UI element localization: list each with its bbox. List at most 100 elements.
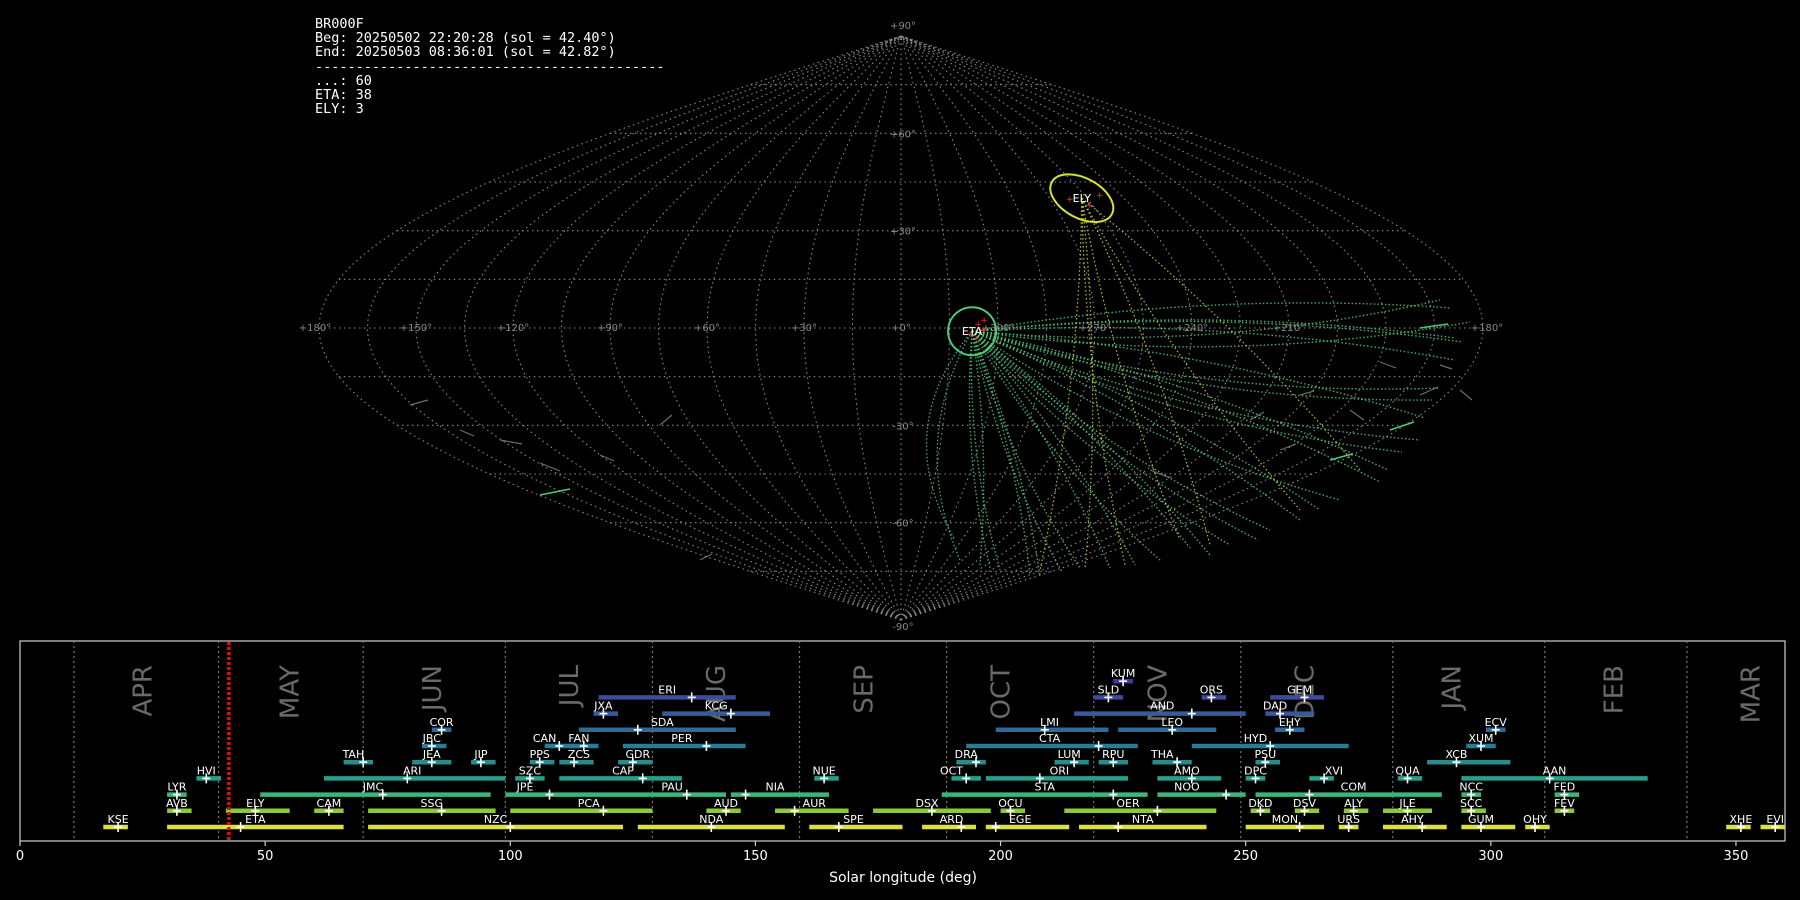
shower-label: SLD	[1098, 683, 1120, 696]
shower-label: NCC	[1459, 781, 1483, 794]
shower-label: NTA	[1132, 813, 1154, 826]
shower-label: CAM	[317, 797, 342, 810]
shower-label: GDR	[625, 748, 650, 761]
meteor-track	[971, 330, 1191, 549]
shower-label: XUM	[1468, 732, 1493, 745]
shower-label: DSX	[916, 797, 939, 810]
shower-label: AMO	[1174, 764, 1200, 777]
x-tick-label: 350	[1724, 849, 1749, 864]
shower-label: DRA	[955, 748, 979, 761]
shower-label: AUD	[714, 797, 738, 810]
shower-label: RPU	[1102, 748, 1124, 761]
month-label: FEB	[1599, 665, 1629, 714]
shower-label: ETA	[245, 813, 266, 826]
latitude-label: +90°	[890, 21, 916, 32]
month-label: SEP	[849, 665, 879, 714]
month-label: AUG	[702, 665, 732, 722]
shower-label: EGE	[1009, 813, 1031, 826]
month-label: NOV	[1143, 665, 1173, 722]
sky-grid-labels: +180° +150° +120° +90° +60° +30° +0° +300° +270°…	[299, 21, 1503, 633]
shower-label: ELY	[246, 797, 265, 810]
shower-label: ECV	[1485, 716, 1508, 729]
shower-label: TAH	[342, 748, 365, 761]
meteor-track	[971, 331, 1081, 569]
meteor-track	[1279, 443, 1297, 451]
shower-label: THA	[1150, 748, 1174, 761]
shower-label: LYR	[167, 781, 186, 794]
shower-label: PSU	[1254, 748, 1276, 761]
shower-label: MON	[1272, 813, 1298, 826]
shower-label: NIA	[766, 781, 785, 794]
shower-label: JEA	[422, 748, 441, 761]
latitude-label: -90°	[892, 622, 913, 633]
longitude-label: +240°	[1176, 323, 1208, 334]
meteor-track	[409, 399, 429, 406]
x-tick-label: 150	[743, 849, 768, 864]
shower-label: PCA	[578, 797, 600, 810]
x-tick-label: 200	[988, 849, 1013, 864]
longitude-label: +90°	[597, 323, 623, 334]
shower-label: EVI	[1766, 813, 1784, 826]
shower-label: GEM	[1287, 683, 1312, 696]
shower-label: OER	[1116, 797, 1140, 810]
month-label: DEC	[1291, 665, 1321, 720]
shower-label: SPE	[843, 813, 864, 826]
shower-label: ERI	[658, 683, 676, 696]
shower-label: AAN	[1543, 764, 1567, 777]
shower-label: JIP	[473, 748, 487, 761]
shower-label: AVB	[166, 797, 188, 810]
timeline-plot-area	[19, 640, 1786, 842]
latitude-label: -30°	[892, 421, 913, 432]
month-label: APR	[129, 665, 159, 717]
shower-label: JLE	[1398, 797, 1415, 810]
shower-label: DKD	[1248, 797, 1272, 810]
shower-label: ARI	[403, 764, 421, 777]
longitude-label: +120°	[497, 323, 529, 334]
shower-label: STA	[1035, 781, 1056, 794]
shower-label: COR	[430, 716, 454, 729]
latitude-label: +30°	[890, 227, 916, 238]
longitude-label: +60°	[694, 323, 720, 334]
x-tick-label: 300	[1478, 849, 1503, 864]
meteor-track	[971, 331, 985, 566]
meteor-track	[971, 330, 1433, 401]
meteor-track	[1081, 197, 1361, 471]
meteor-track	[539, 462, 561, 472]
shower-label: JPE	[516, 781, 534, 794]
shower-bars: KUM ERI SLD ORS GEM JXA KCG AND DAD COR SDA LMI LEO E…	[103, 642, 1785, 840]
shower-label: SDA	[651, 716, 674, 729]
shower-label: ARD	[940, 813, 964, 826]
x-tick-label: 250	[1233, 849, 1258, 864]
shower-label: ZCS	[568, 748, 590, 761]
meteor-track	[971, 302, 1451, 332]
x-axis-label: Solar longitude (deg)	[829, 870, 977, 886]
month-label: JUL	[555, 664, 585, 708]
shower-label: ALY	[1344, 797, 1363, 810]
meteor-track	[1039, 198, 1083, 571]
shower-label: NOO	[1174, 781, 1200, 794]
shower-label: NUE	[812, 764, 835, 777]
shower-label: SCC	[1460, 797, 1483, 810]
meteor-track	[971, 330, 1259, 541]
shower-label: NZC	[484, 813, 508, 826]
shower-label: PPS	[530, 748, 550, 761]
radiant-label: ETA	[962, 325, 983, 338]
shower-label: XVI	[1325, 764, 1343, 777]
shower-label: CAN	[533, 732, 556, 745]
meteor-track	[936, 330, 973, 561]
meteor-track	[699, 553, 713, 561]
shower-label: CAP	[612, 764, 634, 777]
shower-label: AUR	[803, 797, 827, 810]
shower-label: FED	[1554, 781, 1576, 794]
longitude-label: +150°	[400, 323, 432, 334]
shower-label: OCT	[940, 764, 963, 777]
shower-label: SSG	[421, 797, 444, 810]
shower-label: PER	[671, 732, 693, 745]
shower-label: JBC	[422, 732, 442, 745]
shower-label: AHY	[1401, 813, 1424, 826]
shower-label: KCG	[705, 700, 728, 713]
shower-label: PAU	[661, 781, 683, 794]
x-axis: Solar longitude (deg) 0 50 100 150 200 250 300…	[16, 841, 1749, 886]
meteor-track	[971, 330, 1271, 531]
shower-label: AND	[1150, 700, 1174, 713]
